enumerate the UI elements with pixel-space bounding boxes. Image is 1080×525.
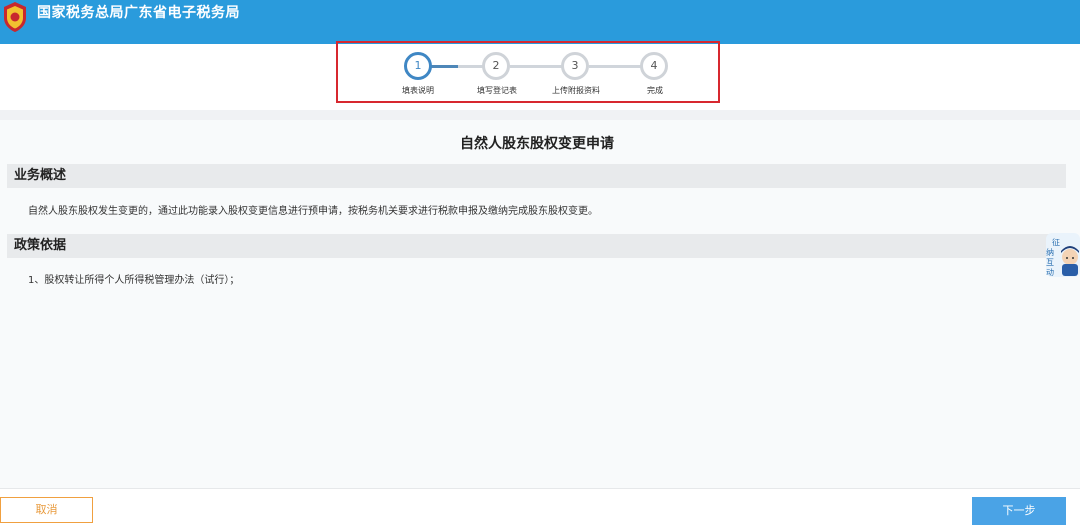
section-heading: 业务概述 <box>14 168 67 183</box>
section-header-policy: 政策依据 <box>7 234 1066 258</box>
section-header-overview: 业务概述 <box>7 164 1066 188</box>
tax-emblem-icon <box>4 2 26 32</box>
widget-char: 征 <box>1052 237 1060 247</box>
tax-interaction-mascot-icon[interactable]: 征 纳 互 动 <box>1044 231 1080 279</box>
widget-char: 纳 <box>1046 247 1054 257</box>
section-heading: 政策依据 <box>14 238 67 253</box>
widget-char: 动 <box>1046 267 1054 277</box>
overview-text: 自然人股东股权发生变更的，通过此功能录入股权变更信息进行预申请，按税务机关要求进… <box>28 206 598 217</box>
top-header: 国家税务总局广东省电子税务局 <box>0 0 1080 44</box>
footer-bar <box>0 488 1080 525</box>
widget-char: 互 <box>1046 258 1054 267</box>
divider-band <box>0 110 1080 120</box>
step-highlight-box <box>336 41 720 103</box>
cancel-button[interactable]: 取消 <box>0 497 93 523</box>
site-title: 国家税务总局广东省电子税务局 <box>37 5 240 21</box>
policy-text: 1、股权转让所得个人所得税管理办法（试行）； <box>28 275 240 286</box>
page-title: 自然人股东股权变更申请 <box>460 136 614 152</box>
next-step-button[interactable]: 下一步 <box>972 497 1066 525</box>
